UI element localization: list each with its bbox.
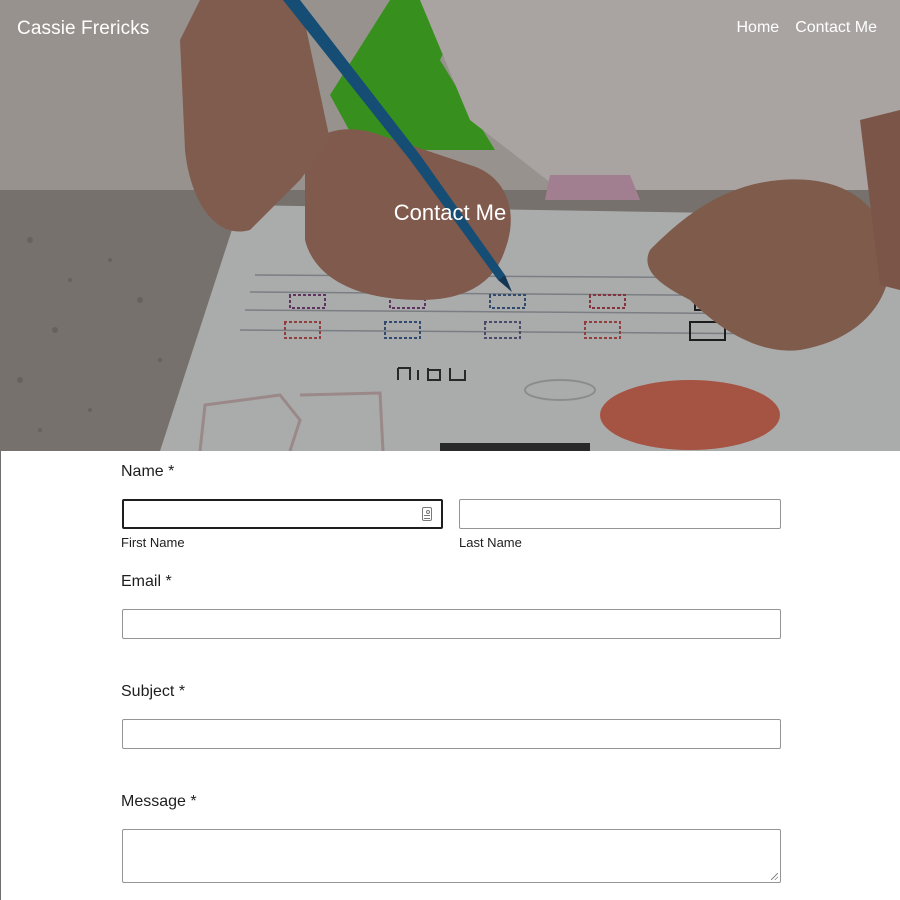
main-navigation: Home Contact Me xyxy=(737,19,878,37)
email-field[interactable] xyxy=(122,609,781,639)
page-title: Contact Me xyxy=(393,200,507,225)
contact-card-icon[interactable] xyxy=(422,507,432,521)
nav-link-contact-me[interactable]: Contact Me xyxy=(795,19,877,37)
subject-field[interactable] xyxy=(122,719,781,749)
first-name-field[interactable] xyxy=(122,499,443,529)
hero-banner: Cassie Frericks Home Contact Me Contact … xyxy=(0,0,900,451)
nav-link-home[interactable]: Home xyxy=(737,19,780,37)
page-left-border xyxy=(0,451,1,900)
message-textarea[interactable] xyxy=(122,829,781,883)
subject-label: Subject * xyxy=(121,683,186,700)
first-name-sublabel: First Name xyxy=(121,535,185,550)
email-label: Email * xyxy=(121,573,172,590)
resize-handle-icon[interactable] xyxy=(771,873,778,880)
name-label: Name * xyxy=(121,463,175,480)
last-name-field[interactable] xyxy=(459,499,781,529)
message-label: Message * xyxy=(121,793,197,810)
last-name-sublabel: Last Name xyxy=(459,535,522,550)
site-title[interactable]: Cassie Frericks xyxy=(17,18,149,40)
